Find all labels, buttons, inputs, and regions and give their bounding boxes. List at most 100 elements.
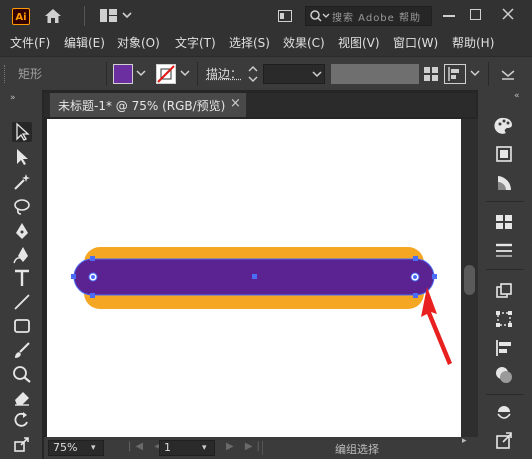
object-type-label: 矩形 bbox=[18, 67, 43, 81]
anchor-point[interactable] bbox=[90, 293, 95, 298]
tab-close-icon[interactable]: × bbox=[230, 96, 241, 111]
menu-window[interactable]: 窗口(W) bbox=[393, 34, 438, 51]
document-tab[interactable]: 未标题-1* @ 75% (RGB/预览) × bbox=[50, 93, 246, 117]
pathfinder-panel-icon[interactable] bbox=[494, 365, 514, 385]
divider bbox=[486, 269, 524, 270]
rotate-tool-icon[interactable] bbox=[12, 410, 32, 430]
swatches-panel-icon[interactable] bbox=[494, 212, 514, 232]
type-tool-icon[interactable] bbox=[12, 268, 32, 288]
paintbrush-tool-icon[interactable] bbox=[12, 340, 32, 360]
artboard-nav-next[interactable]: ▶ ▶| bbox=[226, 441, 264, 452]
stroke-weight-stepper[interactable] bbox=[247, 64, 259, 84]
scrollbar-thumb[interactable] bbox=[464, 265, 475, 295]
fill-color-swatch[interactable] bbox=[113, 64, 133, 84]
direct-selection-tool-icon[interactable] bbox=[12, 147, 32, 167]
home-icon[interactable] bbox=[44, 8, 62, 24]
color-panel-icon[interactable] bbox=[494, 116, 514, 136]
color-guide-icon[interactable] bbox=[494, 144, 514, 164]
chevron-down-icon: ▾ bbox=[202, 443, 207, 453]
export-panel-icon[interactable] bbox=[494, 430, 514, 450]
grip-handle[interactable] bbox=[4, 65, 7, 83]
title-bar: Ai 搜索 Adobe 帮助 bbox=[0, 0, 532, 32]
search-icon bbox=[310, 10, 330, 22]
zoom-value: 75% bbox=[53, 441, 78, 454]
anchor-point[interactable] bbox=[413, 256, 418, 261]
gradient-panel-icon[interactable] bbox=[494, 173, 514, 193]
menu-object[interactable]: 对象(O) bbox=[117, 34, 160, 51]
control-bar: 矩形 描边： bbox=[0, 56, 532, 91]
curvature-tool-icon[interactable] bbox=[12, 245, 32, 265]
menu-help[interactable]: 帮助(H) bbox=[452, 34, 494, 51]
stroke-panel-icon[interactable] bbox=[494, 240, 514, 260]
eraser-tool-icon[interactable] bbox=[12, 387, 32, 407]
chevron-down-icon[interactable] bbox=[470, 69, 480, 77]
selection-tool-icon[interactable] bbox=[12, 122, 32, 142]
shaper-tool-icon[interactable] bbox=[12, 364, 32, 384]
divider bbox=[262, 441, 263, 455]
search-placeholder: 搜索 Adobe 帮助 bbox=[332, 13, 421, 24]
align-panel-icon[interactable] bbox=[494, 338, 514, 358]
status-menu-icon[interactable]: ▸ bbox=[462, 436, 467, 446]
transform-panel-icon[interactable] bbox=[494, 309, 514, 329]
menu-effect[interactable]: 效果(C) bbox=[283, 34, 325, 51]
anchor-point[interactable] bbox=[432, 274, 437, 279]
tools-panel: » bbox=[0, 90, 42, 459]
zoom-select[interactable]: 75% ▾ bbox=[48, 440, 104, 456]
app-logo: Ai bbox=[12, 8, 30, 25]
workspace-layout-icon[interactable] bbox=[100, 9, 132, 23]
menu-select[interactable]: 选择(S) bbox=[229, 34, 270, 51]
live-corner-widget-dot bbox=[91, 275, 95, 279]
lasso-tool-icon[interactable] bbox=[12, 197, 32, 217]
chevron-down-icon[interactable] bbox=[136, 69, 146, 77]
menu-view[interactable]: 视图(V) bbox=[338, 34, 380, 51]
divider bbox=[84, 6, 85, 26]
divider bbox=[106, 62, 107, 86]
status-bar: 75% ▾ |◀ ◀ 1 ▾ ▶ ▶| 编组选择 ▸ bbox=[44, 436, 478, 459]
panel-toggle-icon[interactable] bbox=[278, 10, 292, 22]
help-search-input[interactable]: 搜索 Adobe 帮助 bbox=[305, 6, 432, 26]
magic-wand-tool-icon[interactable] bbox=[12, 172, 32, 192]
menu-file[interactable]: 文件(F) bbox=[10, 34, 50, 51]
panel-dock: « bbox=[478, 90, 532, 459]
stroke-color-swatch[interactable] bbox=[156, 64, 176, 84]
minimize-icon[interactable] bbox=[443, 15, 455, 17]
maximize-icon[interactable] bbox=[470, 9, 481, 20]
status-text: 编组选择 bbox=[335, 443, 379, 456]
divider bbox=[197, 62, 198, 86]
annotation-arrow bbox=[421, 287, 452, 365]
document-tab-title: 未标题-1* @ 75% (RGB/预览) bbox=[58, 99, 226, 113]
pen-tool-icon[interactable] bbox=[12, 221, 32, 241]
chevron-down-icon[interactable] bbox=[180, 69, 190, 77]
vertical-scrollbar[interactable] bbox=[461, 119, 478, 437]
divider bbox=[488, 62, 489, 86]
align-grid-icon[interactable] bbox=[424, 67, 438, 81]
align-options-icon[interactable] bbox=[444, 64, 466, 84]
artboard-number: 1 bbox=[164, 441, 171, 454]
divider bbox=[486, 201, 524, 202]
stroke-weight-input[interactable] bbox=[263, 64, 325, 84]
rectangle-tool-icon[interactable] bbox=[12, 316, 32, 336]
stroke-label[interactable]: 描边： bbox=[206, 65, 242, 82]
variable-width-profile[interactable] bbox=[331, 64, 419, 84]
control-bar-menu-icon[interactable] bbox=[500, 66, 516, 82]
menu-edit[interactable]: 编辑(E) bbox=[64, 34, 105, 51]
chevron-down-icon: ▾ bbox=[91, 443, 96, 453]
divider bbox=[486, 394, 524, 395]
collapse-panel-icon[interactable]: « bbox=[514, 91, 520, 101]
anchor-point[interactable] bbox=[71, 274, 76, 279]
artboards-panel-icon[interactable] bbox=[494, 281, 514, 301]
anchor-point[interactable] bbox=[90, 256, 95, 261]
menu-bar: 文件(F) 编辑(E) 对象(O) 文字(T) 选择(S) 效果(C) 视图(V… bbox=[0, 32, 532, 53]
artboard-canvas[interactable] bbox=[47, 119, 461, 437]
line-segment-tool-icon[interactable] bbox=[12, 292, 32, 312]
scale-tool-icon[interactable] bbox=[12, 434, 32, 454]
artboard-select[interactable]: 1 ▾ bbox=[159, 440, 215, 456]
center-point[interactable] bbox=[252, 274, 257, 279]
anchor-point[interactable] bbox=[413, 293, 418, 298]
live-corner-widget-dot bbox=[413, 275, 417, 279]
close-icon[interactable] bbox=[500, 6, 516, 22]
appearance-panel-icon[interactable] bbox=[494, 402, 514, 422]
chevron-down-icon[interactable] bbox=[312, 70, 322, 78]
menu-type[interactable]: 文字(T) bbox=[175, 34, 216, 51]
collapse-panel-icon[interactable]: » bbox=[10, 93, 16, 103]
